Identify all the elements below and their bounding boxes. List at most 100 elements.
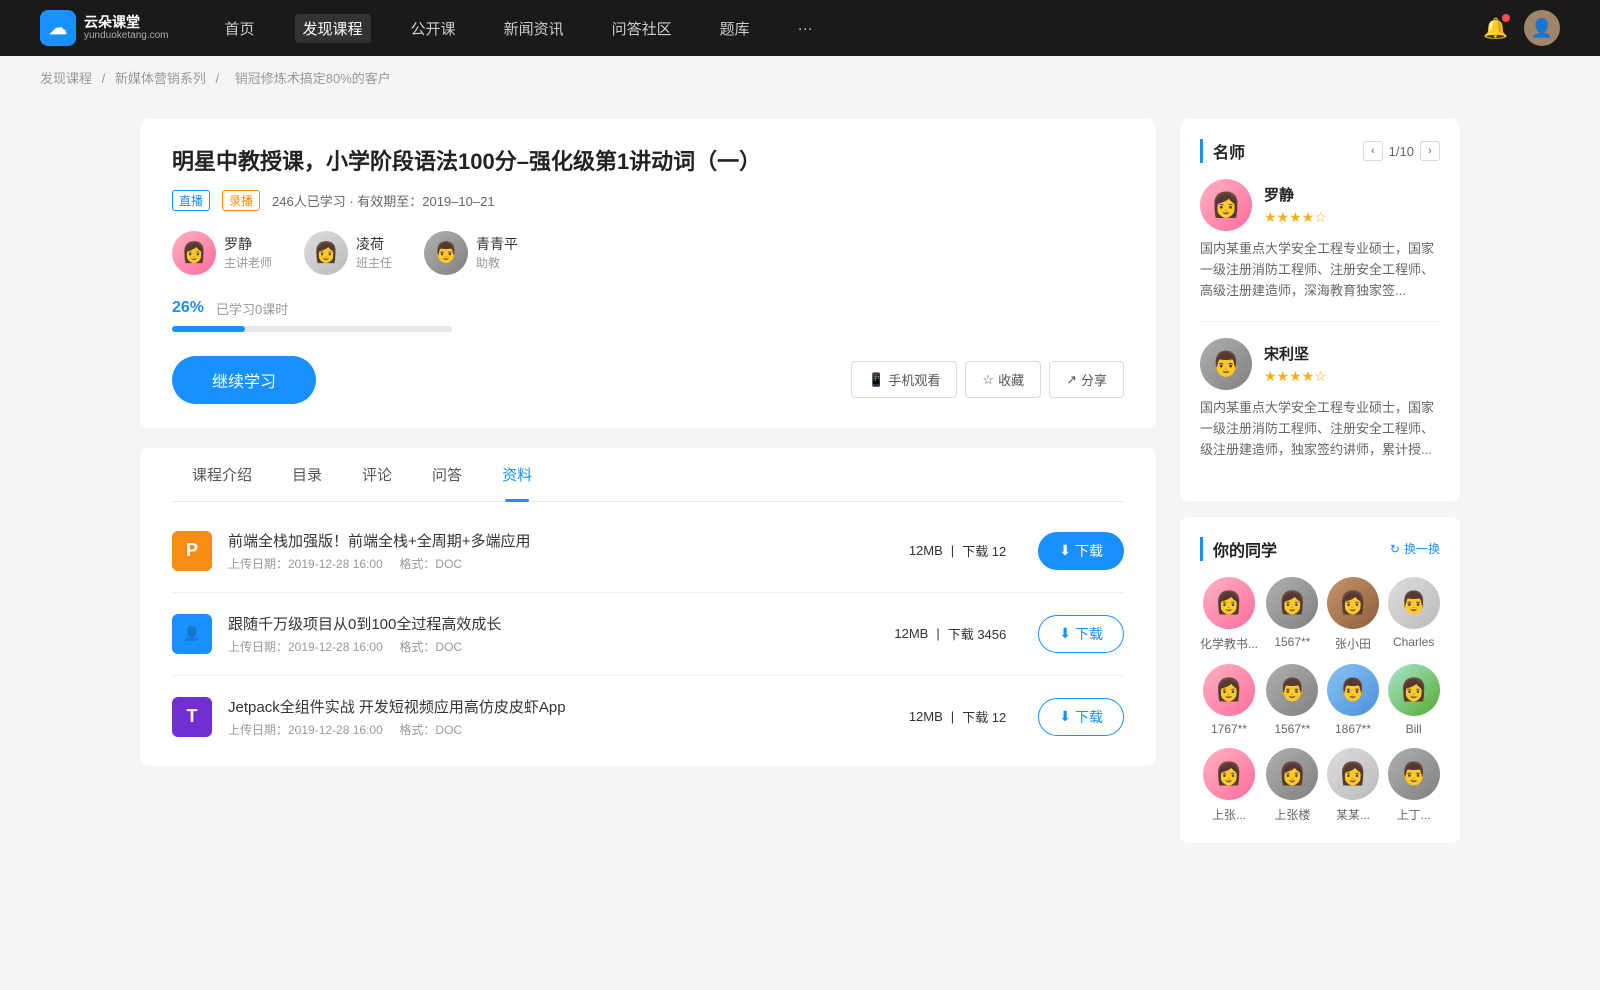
resource-list: P 前端全栈加强版！前端全栈+全周期+多端应用 上传日期：2019-12-28 … xyxy=(172,502,1124,766)
progress-bar-bg xyxy=(172,326,452,332)
main-content: 明星中教授课，小学阶段语法100分–强化级第1讲动词（一） 直播 录播 246人… xyxy=(100,99,1500,879)
classmates-grid: 👩 化学教书... 👩 1567** 👩 张小田 👨 Charles 👩 xyxy=(1200,577,1440,823)
tabs-nav: 课程介绍 目录 评论 问答 资料 xyxy=(172,448,1124,502)
classmate-9-avatar[interactable]: 👩 xyxy=(1266,748,1318,800)
teacher-1-role: 班主任 xyxy=(356,254,392,271)
classmate-4-avatar[interactable]: 👩 xyxy=(1203,664,1255,716)
tag-record: 录播 xyxy=(222,190,260,211)
teacher-0-role: 主讲老师 xyxy=(224,254,272,271)
classmate-11-avatar[interactable]: 👨 xyxy=(1388,748,1440,800)
resource-info-1: 跟随千万级项目从0到100全过程高效成长 上传日期：2019-12-28 16:… xyxy=(228,613,878,655)
logo[interactable]: ☁ 云朵课堂 yunduoketang.com xyxy=(40,10,169,46)
phone-icon: 📱 xyxy=(868,372,884,388)
nav-qa[interactable]: 问答社区 xyxy=(604,14,680,43)
tab-review[interactable]: 评论 xyxy=(342,448,412,501)
teacher-0: 👩 罗静 主讲老师 xyxy=(172,231,272,275)
classmate-2-name: 张小田 xyxy=(1335,635,1371,652)
share-button[interactable]: ↗ 分享 xyxy=(1049,361,1124,398)
resource-item-0: P 前端全栈加强版！前端全栈+全周期+多端应用 上传日期：2019-12-28 … xyxy=(172,510,1124,593)
download-button-1[interactable]: ⬇ 下载 xyxy=(1038,615,1124,653)
progress-bar-fill xyxy=(172,326,245,332)
resource-meta-1: 上传日期：2019-12-28 16:00 格式：DOC xyxy=(228,638,878,655)
continue-button[interactable]: 继续学习 xyxy=(172,356,316,404)
resource-stats-0: 12MB | 下载 12 xyxy=(909,541,1006,560)
resource-item-1: 👤 跟随千万级项目从0到100全过程高效成长 上传日期：2019-12-28 1… xyxy=(172,593,1124,676)
left-panel: 明星中教授课，小学阶段语法100分–强化级第1讲动词（一） 直播 录播 246人… xyxy=(140,119,1156,859)
classmate-10: 👩 某某... xyxy=(1327,748,1380,823)
sidebar-teacher-0-desc: 国内某重点大学安全工程专业硕士，国家一级注册消防工程师、注册安全工程师、高级注册… xyxy=(1200,239,1440,301)
classmate-0: 👩 化学教书... xyxy=(1200,577,1258,652)
sidebar-teacher-0-name: 罗静 xyxy=(1264,184,1327,205)
breadcrumb-link-1[interactable]: 发现课程 xyxy=(40,71,92,86)
classmate-2: 👩 张小田 xyxy=(1327,577,1380,652)
resource-title-0: 前端全栈加强版！前端全栈+全周期+多端应用 xyxy=(228,530,893,551)
nav-more[interactable]: ··· xyxy=(790,16,821,41)
classmate-0-name: 化学教书... xyxy=(1200,635,1258,652)
teacher-2-name: 青青平 xyxy=(476,234,518,254)
sidebar-teacher-1-avatar: 👨 xyxy=(1200,338,1252,390)
classmate-0-avatar[interactable]: 👩 xyxy=(1203,577,1255,629)
prev-page-button[interactable]: ‹ xyxy=(1363,141,1383,161)
classmate-1-avatar[interactable]: 👩 xyxy=(1266,577,1318,629)
share-icon: ↗ xyxy=(1066,372,1077,388)
teachers-row: 👩 罗静 主讲老师 👩 凌荷 班主任 👨 青青平 xyxy=(172,231,1124,275)
resource-icon-1: 👤 xyxy=(172,614,212,654)
classmate-1-name: 1567** xyxy=(1274,635,1310,649)
star-icon: ☆ xyxy=(982,372,994,388)
classmate-4-name: 1767** xyxy=(1211,722,1247,736)
classmate-5-avatar[interactable]: 👨 xyxy=(1266,664,1318,716)
classmate-1: 👩 1567** xyxy=(1266,577,1319,652)
tab-resource[interactable]: 资料 xyxy=(482,448,552,501)
classmate-8: 👩 上张... xyxy=(1200,748,1258,823)
refresh-classmates-button[interactable]: ↻ 换一换 xyxy=(1390,540,1440,557)
collect-button[interactable]: ☆ 收藏 xyxy=(965,361,1041,398)
classmate-6-avatar[interactable]: 👨 xyxy=(1327,664,1379,716)
nav-discover[interactable]: 发现课程 xyxy=(295,14,371,43)
nav-right: 🔔 👤 xyxy=(1483,10,1560,46)
progress-pct: 26% xyxy=(172,299,204,317)
teacher-1-avatar: 👩 xyxy=(304,231,348,275)
bell-button[interactable]: 🔔 xyxy=(1483,16,1508,41)
nav-open[interactable]: 公开课 xyxy=(403,14,464,43)
nav-exam[interactable]: 题库 xyxy=(712,14,758,43)
nav-news[interactable]: 新闻资讯 xyxy=(496,14,572,43)
next-page-button[interactable]: › xyxy=(1420,141,1440,161)
resource-item-2: T Jetpack全组件实战 开发短视频应用高仿皮皮虾App 上传日期：2019… xyxy=(172,676,1124,758)
teacher-divider xyxy=(1200,321,1440,322)
sidebar-teacher-1-stars: ★★★★☆ xyxy=(1264,368,1327,385)
nav-home[interactable]: 首页 xyxy=(217,14,263,43)
refresh-icon: ↻ xyxy=(1390,542,1400,556)
phone-watch-button[interactable]: 📱 手机观看 xyxy=(851,361,957,398)
download-button-0[interactable]: ⬇ 下载 xyxy=(1038,532,1124,570)
classmate-4: 👩 1767** xyxy=(1200,664,1258,736)
teacher-2-avatar: 👨 xyxy=(424,231,468,275)
right-panel: 名师 ‹ 1/10 › 👩 罗静 ★★★★☆ xyxy=(1180,119,1460,859)
classmate-10-avatar[interactable]: 👩 xyxy=(1327,748,1379,800)
teacher-0-name: 罗静 xyxy=(224,234,272,254)
resource-stats-1: 12MB | 下载 3456 xyxy=(894,624,1006,643)
tab-catalog[interactable]: 目录 xyxy=(272,448,342,501)
classmate-2-avatar[interactable]: 👩 xyxy=(1327,577,1379,629)
teacher-2-role: 助教 xyxy=(476,254,518,271)
tab-qa[interactable]: 问答 xyxy=(412,448,482,501)
course-actions: 继续学习 📱 手机观看 ☆ 收藏 ↗ 分享 xyxy=(172,356,1124,404)
classmate-5: 👨 1567** xyxy=(1266,664,1319,736)
download-button-2[interactable]: ⬇ 下载 xyxy=(1038,698,1124,736)
resource-icon-2: T xyxy=(172,697,212,737)
download-icon-1: ⬇ xyxy=(1059,625,1071,642)
tab-intro[interactable]: 课程介绍 xyxy=(172,448,272,501)
classmate-8-avatar[interactable]: 👩 xyxy=(1203,748,1255,800)
classmate-7: 👩 Bill xyxy=(1387,664,1440,736)
sidebar-teacher-1: 👨 宋利坚 ★★★★☆ 国内某重点大学安全工程专业硕士，国家一级注册消防工程师、… xyxy=(1200,338,1440,460)
teachers-pagination: ‹ 1/10 › xyxy=(1363,141,1440,161)
user-avatar[interactable]: 👤 xyxy=(1524,10,1560,46)
sidebar-teacher-1-name: 宋利坚 xyxy=(1264,343,1327,364)
classmate-7-avatar[interactable]: 👩 xyxy=(1388,664,1440,716)
classmate-3-avatar[interactable]: 👨 xyxy=(1388,577,1440,629)
progress-label: 已学习0课时 xyxy=(216,299,288,318)
classmate-3-name: Charles xyxy=(1393,635,1434,649)
breadcrumb: 发现课程 / 新媒体营销系列 / 销冠修炼术搞定80%的客户 xyxy=(0,56,1600,99)
action-buttons: 📱 手机观看 ☆ 收藏 ↗ 分享 xyxy=(851,361,1124,398)
sidebar-teacher-0-stars: ★★★★☆ xyxy=(1264,209,1327,226)
breadcrumb-link-2[interactable]: 新媒体营销系列 xyxy=(115,71,206,86)
